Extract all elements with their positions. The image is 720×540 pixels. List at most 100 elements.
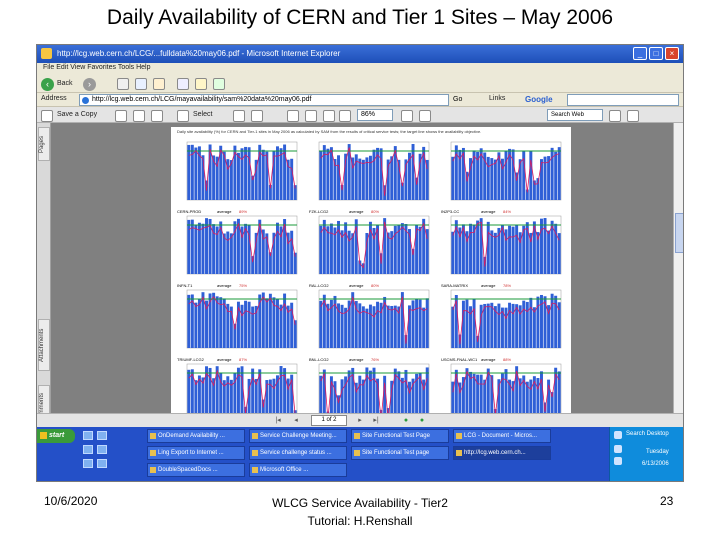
system-tray: Search Desktop Tuesday 6/13/2006	[609, 427, 683, 481]
daily-bar	[254, 232, 258, 274]
daily-bar	[247, 301, 251, 348]
maximize-button[interactable]: □	[649, 47, 663, 60]
back-button-label[interactable]: Back	[57, 77, 73, 91]
daily-bar	[283, 293, 287, 348]
taskbar-button[interactable]: Service challenge status ...	[249, 446, 347, 460]
quick-launch-explorer-icon[interactable]	[83, 459, 93, 468]
daily-bar	[347, 230, 351, 274]
daily-bar	[518, 159, 522, 200]
address-value: http://lcg.web.cern.ch/LCG/mayavailabili…	[92, 96, 312, 103]
select-tool-button[interactable]: Select	[193, 108, 212, 122]
next-page-icon[interactable]: ▸	[355, 415, 365, 426]
print-icon[interactable]	[115, 110, 127, 122]
quick-launch-media-icon[interactable]	[97, 445, 107, 454]
snapshot-icon[interactable]	[233, 110, 245, 122]
taskbar-button[interactable]: Ling Export to Internet ...	[147, 446, 245, 460]
google-search-input[interactable]	[567, 94, 679, 106]
scrollbar-thumb[interactable]	[675, 213, 683, 253]
taskbar-button[interactable]: Site Functional Test page	[351, 446, 449, 460]
footer-center-text: WLCG Service Availability - Tier2 Tutori…	[200, 494, 520, 530]
links-label[interactable]: Links	[489, 93, 505, 105]
average-value: 84%	[503, 209, 512, 214]
history-icon[interactable]	[213, 78, 225, 90]
tray-search-label[interactable]: Search Desktop	[626, 431, 669, 437]
pdf-document-area: Daily site availability (%) for CERN and…	[51, 123, 673, 439]
daily-bar	[529, 151, 533, 200]
daily-bar	[557, 147, 561, 200]
refresh-icon[interactable]	[135, 78, 147, 90]
find-icon[interactable]	[151, 110, 163, 122]
tab-attachments[interactable]: Attachments	[38, 319, 50, 371]
quick-launch-outlook-icon[interactable]	[97, 459, 107, 468]
first-page-icon[interactable]: |◂	[273, 415, 283, 426]
daily-bar	[511, 226, 515, 274]
network-icon[interactable]	[614, 445, 622, 453]
taskbar-button-active[interactable]: http://lcg.web.cern.ch...	[453, 446, 551, 460]
average-value: 75%	[239, 283, 248, 288]
taskbar-button[interactable]: Site Functional Test Page	[351, 429, 449, 443]
zoom-in-icon[interactable]	[251, 110, 263, 122]
daily-bar	[515, 304, 519, 348]
go-back-view-icon[interactable]: ●	[401, 415, 411, 426]
daily-bar	[486, 303, 490, 348]
quick-launch-desktop-icon[interactable]	[83, 445, 93, 454]
rotate-icon[interactable]	[419, 110, 431, 122]
go-forward-view-icon[interactable]: ●	[417, 415, 427, 426]
search-web-input[interactable]: Search Web	[547, 109, 603, 121]
actual-size-icon[interactable]	[305, 110, 317, 122]
taskbar-button[interactable]: Service Challenge Meeting...	[249, 429, 347, 443]
volume-icon[interactable]	[614, 457, 622, 465]
desktop-search-icon[interactable]	[614, 431, 622, 439]
email-icon[interactable]	[133, 110, 145, 122]
stop-icon[interactable]	[117, 78, 129, 90]
pdf-page: Daily site availability (%) for CERN and…	[171, 127, 571, 439]
home-icon[interactable]	[153, 78, 165, 90]
daily-bar	[550, 293, 554, 348]
forward-arrow-icon[interactable]: ›	[83, 78, 96, 91]
fit-page-icon[interactable]	[323, 110, 335, 122]
zoom-out-icon[interactable]	[287, 110, 299, 122]
site-availability-chart: CERN-PROD average 89%	[175, 141, 299, 219]
taskbar-button[interactable]: OnDemand Availability ...	[147, 429, 245, 443]
daily-bar	[525, 301, 529, 348]
previous-page-icon[interactable]: ◂	[291, 415, 301, 426]
daily-bar	[504, 151, 508, 200]
site-availability-chart: FZK-LCG2 average 80%	[307, 141, 431, 219]
fit-width-icon[interactable]	[339, 110, 351, 122]
page-indicator[interactable]: 1 of 2	[311, 415, 347, 426]
minimize-button[interactable]: _	[633, 47, 647, 60]
daily-bar	[358, 158, 362, 200]
tab-pages[interactable]: Pages	[38, 127, 50, 161]
zoom-level-select[interactable]: 86%	[357, 109, 393, 121]
daily-bar	[557, 233, 561, 274]
daily-bar	[554, 151, 558, 200]
help-icon[interactable]	[609, 110, 621, 122]
save-icon[interactable]	[41, 110, 53, 122]
last-page-icon[interactable]: ▸|	[371, 415, 381, 426]
close-button[interactable]: ×	[665, 47, 679, 60]
daily-bar	[319, 300, 323, 348]
vertical-scrollbar[interactable]	[673, 123, 683, 439]
daily-bar	[268, 293, 272, 348]
search-icon[interactable]	[177, 78, 189, 90]
daily-bar	[251, 256, 255, 274]
taskbar-button[interactable]: DoubleSpacedDocs ...	[147, 463, 245, 477]
hand-tool-icon[interactable]	[177, 110, 189, 122]
back-arrow-icon[interactable]: ‹	[41, 78, 54, 91]
site-availability-chart: SARA-MATRIX average 78%	[439, 215, 563, 293]
address-input[interactable]: http://lcg.web.cern.ch/LCG/mayavailabili…	[79, 94, 449, 106]
average-value: 87%	[239, 357, 248, 362]
menu-bar[interactable]: File Edit View Favorites Tools Help	[37, 63, 683, 75]
site-name: INFN-T1	[177, 283, 193, 288]
taskbar-button-label: Service Challenge Meeting...	[260, 433, 337, 439]
favorites-icon[interactable]	[195, 78, 207, 90]
quick-launch-ie-icon[interactable]	[83, 431, 93, 440]
quick-launch-mail-icon[interactable]	[97, 431, 107, 440]
go-button[interactable]: Go	[453, 94, 481, 106]
taskbar-button[interactable]: LCG - Document - Micros...	[453, 429, 551, 443]
mini-chart-svg	[318, 289, 430, 349]
zoom-plus-icon[interactable]	[401, 110, 413, 122]
start-button[interactable]: start	[37, 429, 75, 443]
taskbar-button[interactable]: Microsoft Office ...	[249, 463, 347, 477]
save-copy-button[interactable]: Save a Copy	[57, 108, 97, 122]
